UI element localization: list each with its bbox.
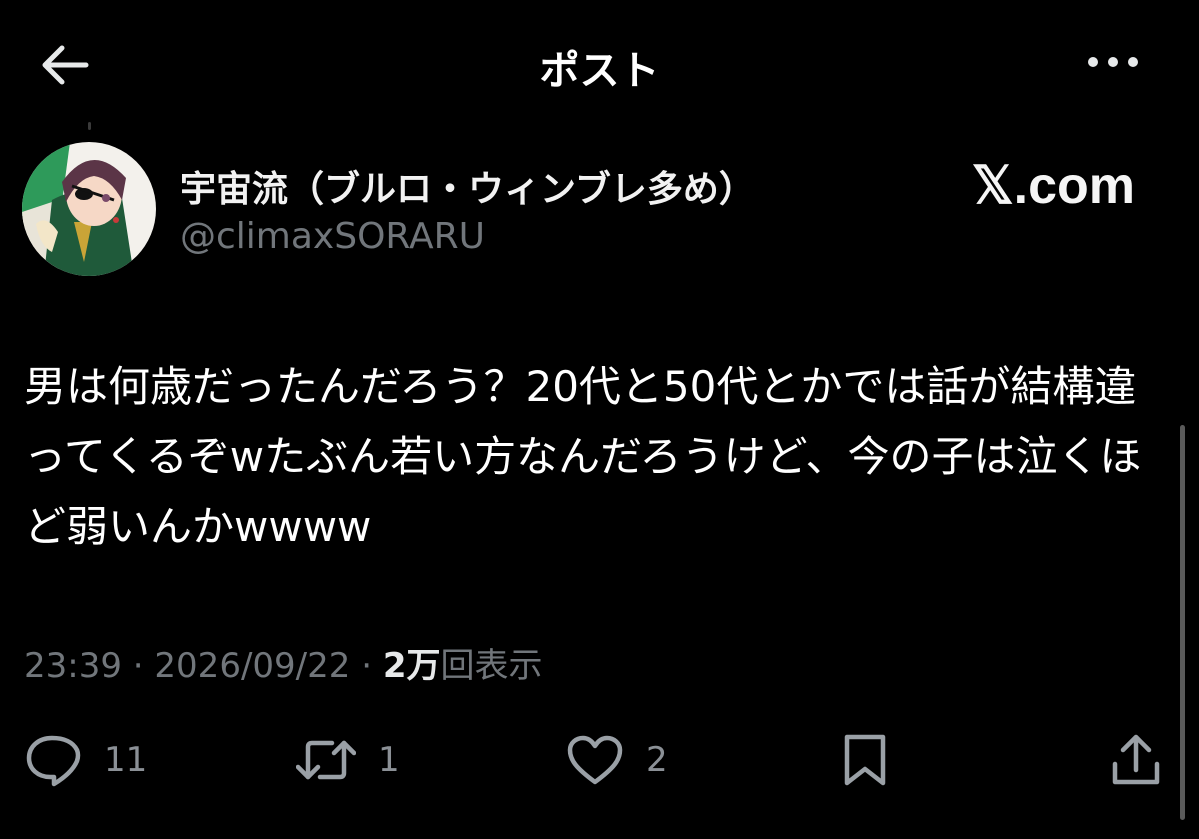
share-icon <box>1112 734 1160 785</box>
top-bar: ポスト <box>0 0 1199 125</box>
tweet-meta: 23:39 · 2026/09/22 · 2万回表示 <box>24 638 543 687</box>
more-horizontal-icon <box>1088 57 1138 67</box>
repost-icon <box>296 740 356 780</box>
author-display-name[interactable]: 宇宙流（ブルロ・ウィンブレ多め） <box>180 160 755 212</box>
meta-separator: · <box>121 646 155 686</box>
scrollbar[interactable] <box>1180 425 1185 820</box>
bookmark-button[interactable] <box>840 730 890 790</box>
action-bar: 11 1 2 <box>0 730 1199 790</box>
bookmark-icon <box>844 734 886 786</box>
repost-button[interactable]: 1 <box>296 730 400 790</box>
views-count[interactable]: 2万 <box>383 646 441 686</box>
reply-icon <box>26 735 81 787</box>
watermark: 𝕏.com <box>971 157 1135 215</box>
reply-count: 11 <box>104 740 148 780</box>
heart-icon <box>567 735 623 785</box>
avatar[interactable] <box>22 142 156 276</box>
tweet-text: 男は何歳だったんだろう？20代と50代とかでは話が結構違ってくるぞwたぶん若い方… <box>24 362 1142 551</box>
author-handle[interactable]: @climaxSORARU <box>180 216 485 257</box>
share-button[interactable] <box>1110 730 1162 790</box>
tweet-time[interactable]: 23:39 <box>24 646 122 686</box>
more-button[interactable] <box>1083 42 1143 82</box>
meta-separator: · <box>350 646 383 686</box>
avatar-illustration <box>22 142 156 276</box>
views-label: 回表示 <box>440 646 543 686</box>
thread-connector <box>88 122 91 130</box>
page-title: ポスト <box>539 48 660 94</box>
repost-count: 1 <box>378 740 400 780</box>
like-button[interactable]: 2 <box>566 730 668 790</box>
tweet-date[interactable]: 2026/09/22 <box>154 646 350 686</box>
reply-button[interactable]: 11 <box>24 730 147 790</box>
like-count: 2 <box>646 740 668 780</box>
